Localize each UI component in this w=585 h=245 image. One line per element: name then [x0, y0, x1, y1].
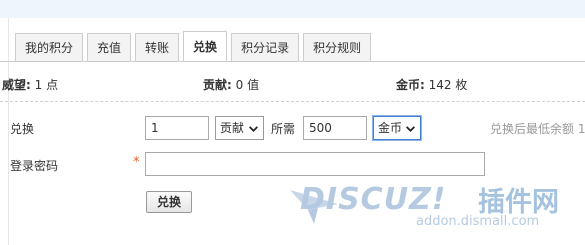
top-strip: [0, 0, 585, 18]
tab-credit-log[interactable]: 积分记录: [231, 33, 300, 61]
contribution-label: 贡献:: [203, 78, 232, 92]
watermark-cn: 插件网: [478, 187, 559, 218]
from-currency-value: 贡献: [220, 121, 245, 135]
from-currency-select[interactable]: 贡献: [215, 116, 264, 140]
contribution-stat: 贡献: 0 值: [203, 76, 259, 93]
tab-my-credits[interactable]: 我的积分: [15, 33, 84, 61]
watermark-url: addon.dismall.com: [416, 214, 540, 229]
prestige-value: 1 点: [34, 78, 59, 92]
to-currency-select[interactable]: 金币: [372, 115, 422, 141]
exchange-amount-input[interactable]: 1: [145, 116, 209, 140]
chevron-down-icon: [406, 125, 415, 132]
prestige-label: 威望:: [2, 78, 31, 92]
exchange-submit-button[interactable]: 兑换: [146, 191, 193, 213]
to-currency-value: 金币: [378, 121, 403, 135]
tab-recharge[interactable]: 充值: [87, 33, 132, 61]
gold-label: 金币:: [396, 78, 425, 92]
contribution-value: 0 值: [235, 78, 260, 92]
chevron-down-icon: [249, 125, 258, 132]
gold-value: 142 枚: [428, 78, 468, 92]
left-divider: [8, 18, 9, 245]
need-label: 所需: [271, 122, 296, 136]
prestige-stat: 威望: 1 点: [2, 76, 58, 93]
watermark-logo: DISCUZ!: [300, 182, 447, 217]
credit-tabs: 我的积分 充值 转账 兑换 积分记录 积分规则: [15, 31, 375, 62]
tab-credit-rules[interactable]: 积分规则: [303, 33, 372, 61]
section-divider: [0, 101, 585, 102]
exchange-row-label: 兑换: [10, 122, 35, 136]
gold-stat: 金币: 142 枚: [396, 76, 467, 93]
paper-plane-icon: [290, 190, 338, 224]
need-amount-input[interactable]: 500: [303, 116, 367, 140]
tab-exchange[interactable]: 兑换: [183, 31, 228, 62]
tab-bar-rule: [0, 61, 585, 62]
login-password-input[interactable]: [145, 152, 485, 176]
min-balance-note: 兑换后最低余额 1: [490, 122, 585, 136]
tab-transfer[interactable]: 转账: [135, 33, 180, 61]
watermark: DISCUZ! 插件网 addon.dismall.com: [288, 172, 580, 238]
password-label: 登录密码: [10, 159, 59, 173]
required-mark: *: [133, 155, 140, 170]
